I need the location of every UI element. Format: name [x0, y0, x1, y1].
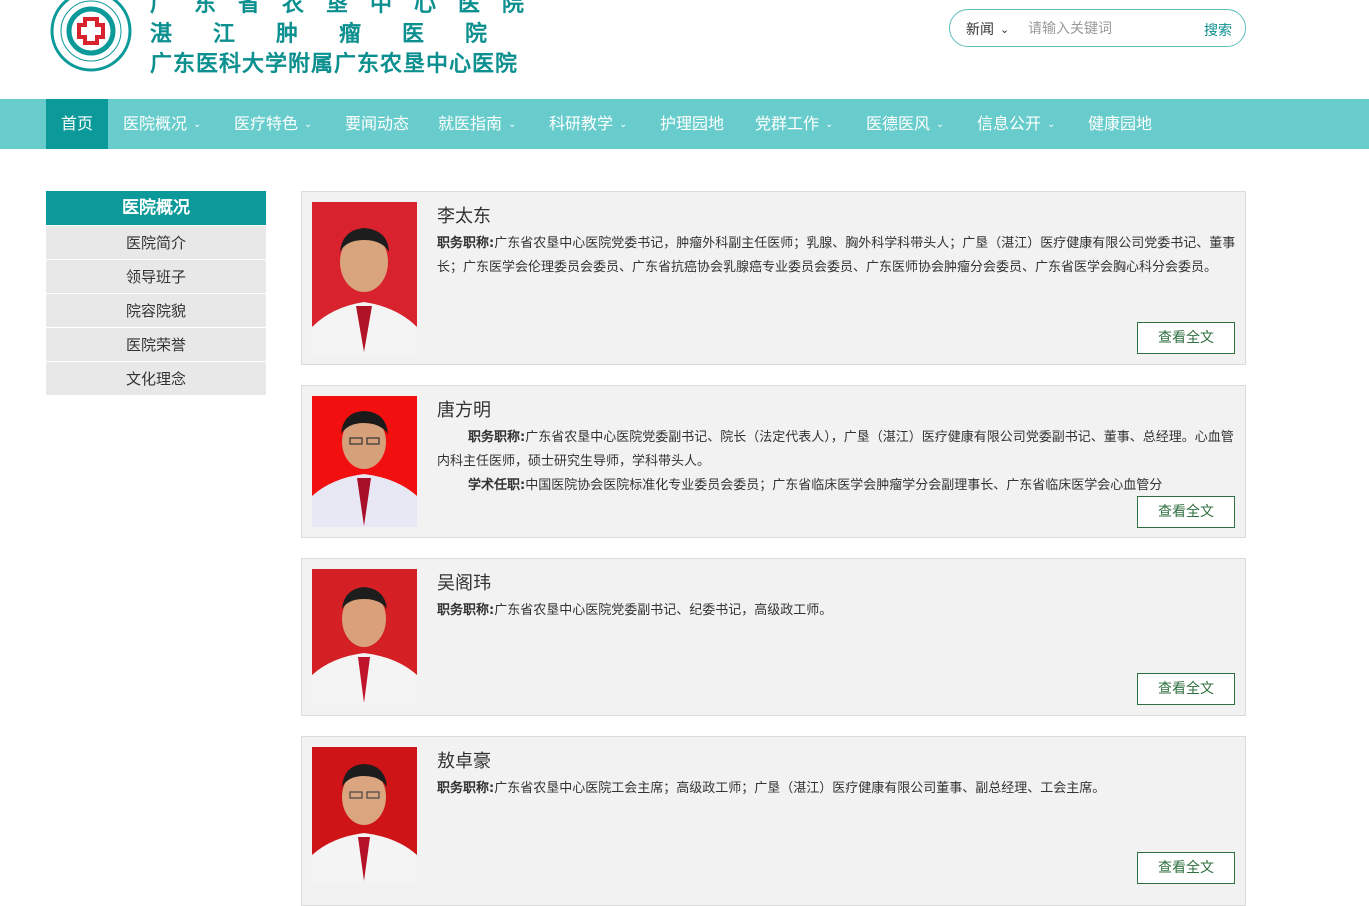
- academic-label: 学术任职:: [468, 478, 526, 493]
- academic-paragraph: 学术任职:中国医院协会医院标准化专业委员会委员；广东省临床医学会肿瘤学分会副理事…: [437, 474, 1237, 498]
- sidebar-item-honors[interactable]: 医院荣誉: [46, 327, 266, 361]
- chevron-down-icon: ⌄: [1000, 23, 1010, 36]
- read-more-button[interactable]: 查看全文: [1137, 852, 1235, 884]
- sidebar-item-intro[interactable]: 医院简介: [46, 225, 266, 259]
- search-button[interactable]: 搜索: [1204, 20, 1232, 40]
- leader-description: 职务职称:广东省农垦中心医院党委副书记、院长（法定代表人），广垦（湛江）医疗健康…: [437, 426, 1237, 498]
- nav-item-features[interactable]: 医疗特色 ⌄: [234, 99, 312, 149]
- sidebar-item-campus[interactable]: 院容院貌: [46, 293, 266, 327]
- chevron-down-icon: ⌄: [825, 119, 834, 130]
- title-label: 职务职称:: [437, 603, 495, 618]
- leader-card: 吴阁玮 职务职称:广东省农垦中心医院党委副书记、纪委书记，高级政工师。 查看全文: [301, 558, 1246, 716]
- search-category-label: 新闻: [966, 22, 994, 38]
- read-more-button[interactable]: 查看全文: [1137, 322, 1235, 354]
- title-paragraph: 职务职称:广东省农垦中心医院党委副书记、院长（法定代表人），广垦（湛江）医疗健康…: [437, 426, 1237, 474]
- leader-description: 职务职称:广东省农垦中心医院党委书记，肿瘤外科副主任医师；乳腺、胸外科学科带头人…: [437, 232, 1237, 304]
- title-text: 广东省农垦中心医院党委副书记、纪委书记，高级政工师。: [494, 603, 833, 618]
- nav-item-guide[interactable]: 就医指南 ⌄: [438, 99, 516, 149]
- chevron-down-icon: ⌄: [304, 119, 313, 130]
- title-label: 职务职称:: [468, 430, 526, 445]
- leader-name: 吴阁玮: [437, 573, 491, 594]
- title-text: 广东省农垦中心医院党委书记，肿瘤外科副主任医师；乳腺、胸外科学科带头人；广垦（湛…: [437, 236, 1236, 275]
- main-nav: 首页 医院概况 ⌄ 医疗特色 ⌄ 要闻动态 就医指南 ⌄ 科研教学 ⌄ 护理园地 党群工…: [0, 99, 1369, 149]
- leader-name: 敖卓豪: [437, 751, 491, 772]
- leader-card: 唐方明 职务职称:广东省农垦中心医院党委副书记、院长（法定代表人），广垦（湛江）…: [301, 385, 1246, 538]
- title-text: 广东省农垦中心医院工会主席；高级政工师；广垦（湛江）医疗健康有限公司董事、副总经…: [494, 781, 1106, 796]
- sidebar: 医院概况 医院简介 领导班子 院容院貌 医院荣誉 文化理念: [46, 191, 266, 395]
- title-label: 职务职称:: [437, 236, 495, 251]
- nav-item-disclosure[interactable]: 信息公开 ⌄: [977, 99, 1055, 149]
- nav-item-health[interactable]: 健康园地: [1088, 99, 1152, 149]
- chevron-down-icon: ⌄: [619, 119, 628, 130]
- nav-item-party[interactable]: 党群工作 ⌄: [755, 99, 833, 149]
- leader-photo: [312, 569, 417, 705]
- title-text: 广东省农垦中心医院党委副书记、院长（法定代表人），广垦（湛江）医疗健康有限公司党…: [437, 430, 1234, 469]
- leader-card: 敖卓豪 职务职称:广东省农垦中心医院工会主席；高级政工师；广垦（湛江）医疗健康有…: [301, 736, 1246, 906]
- leader-name: 李太东: [437, 206, 491, 227]
- leader-description: 职务职称:广东省农垦中心医院工会主席；高级政工师；广垦（湛江）医疗健康有限公司董…: [437, 777, 1237, 807]
- hospital-name-line-2: 湛江肿瘤医院: [150, 22, 529, 47]
- nav-label: 首页: [60, 114, 93, 133]
- nav-label: 信息公开: [977, 114, 1042, 133]
- sidebar-title: 医院概况: [46, 191, 266, 225]
- nav-label: 医疗特色: [234, 114, 299, 133]
- read-more-button[interactable]: 查看全文: [1137, 496, 1235, 528]
- site-header: 广东省农垦中心医院 湛江肿瘤医院 广东医科大学附属广东农垦中心医院 新闻 ⌄ 搜索: [0, 0, 1369, 99]
- hospital-name[interactable]: 广东省农垦中心医院 湛江肿瘤医院 广东医科大学附属广东农垦中心医院: [150, 0, 550, 80]
- nav-label: 医德医风: [866, 114, 931, 133]
- person-portrait-icon: [312, 569, 417, 705]
- chevron-down-icon: ⌄: [936, 119, 945, 130]
- chevron-down-icon: ⌄: [193, 119, 202, 130]
- nav-item-news[interactable]: 要闻动态: [345, 99, 409, 149]
- read-more-button[interactable]: 查看全文: [1137, 673, 1235, 705]
- person-portrait-icon: [312, 747, 417, 883]
- sidebar-item-culture[interactable]: 文化理念: [46, 361, 266, 395]
- search-box: 新闻 ⌄ 搜索: [949, 9, 1246, 47]
- hospital-name-line-3: 广东医科大学附属广东农垦中心医院: [150, 52, 519, 77]
- leader-photo: [312, 747, 417, 883]
- search-category-select[interactable]: 新闻 ⌄: [966, 19, 1009, 39]
- chevron-down-icon: ⌄: [1047, 119, 1056, 130]
- nav-item-ethics[interactable]: 医德医风 ⌄: [866, 99, 944, 149]
- nav-label: 护理园地: [660, 114, 725, 133]
- nav-label: 科研教学: [549, 114, 614, 133]
- title-label: 职务职称:: [437, 781, 495, 796]
- nav-item-research[interactable]: 科研教学 ⌄: [549, 99, 627, 149]
- leader-photo: [312, 396, 417, 527]
- person-portrait-icon: [312, 202, 417, 354]
- nav-label: 医院概况: [123, 114, 188, 133]
- leader-description: 职务职称:广东省农垦中心医院党委副书记、纪委书记，高级政工师。: [437, 599, 1237, 629]
- leader-photo: [312, 202, 417, 354]
- person-portrait-icon: [312, 396, 417, 527]
- nav-label: 党群工作: [755, 114, 820, 133]
- academic-text: 中国医院协会医院标准化专业委员会委员；广东省临床医学会肿瘤学分会副理事长、广东省…: [525, 478, 1163, 493]
- nav-label: 健康园地: [1088, 114, 1153, 133]
- leader-card: 李太东 职务职称:广东省农垦中心医院党委书记，肿瘤外科副主任医师；乳腺、胸外科学…: [301, 191, 1246, 365]
- sidebar-item-leadership[interactable]: 领导班子: [46, 259, 266, 293]
- hospital-name-line-1: 广东省农垦中心医院: [150, 0, 547, 17]
- nav-label: 就医指南: [438, 114, 503, 133]
- search-input[interactable]: [1028, 18, 1188, 40]
- leader-name: 唐方明: [437, 400, 491, 421]
- chevron-down-icon: ⌄: [508, 119, 517, 130]
- nav-item-home[interactable]: 首页: [46, 99, 108, 149]
- hospital-logo-icon[interactable]: [50, 0, 132, 72]
- nav-label: 要闻动态: [345, 114, 410, 133]
- nav-item-overview[interactable]: 医院概况 ⌄: [123, 99, 201, 149]
- nav-item-nursing[interactable]: 护理园地: [660, 99, 724, 149]
